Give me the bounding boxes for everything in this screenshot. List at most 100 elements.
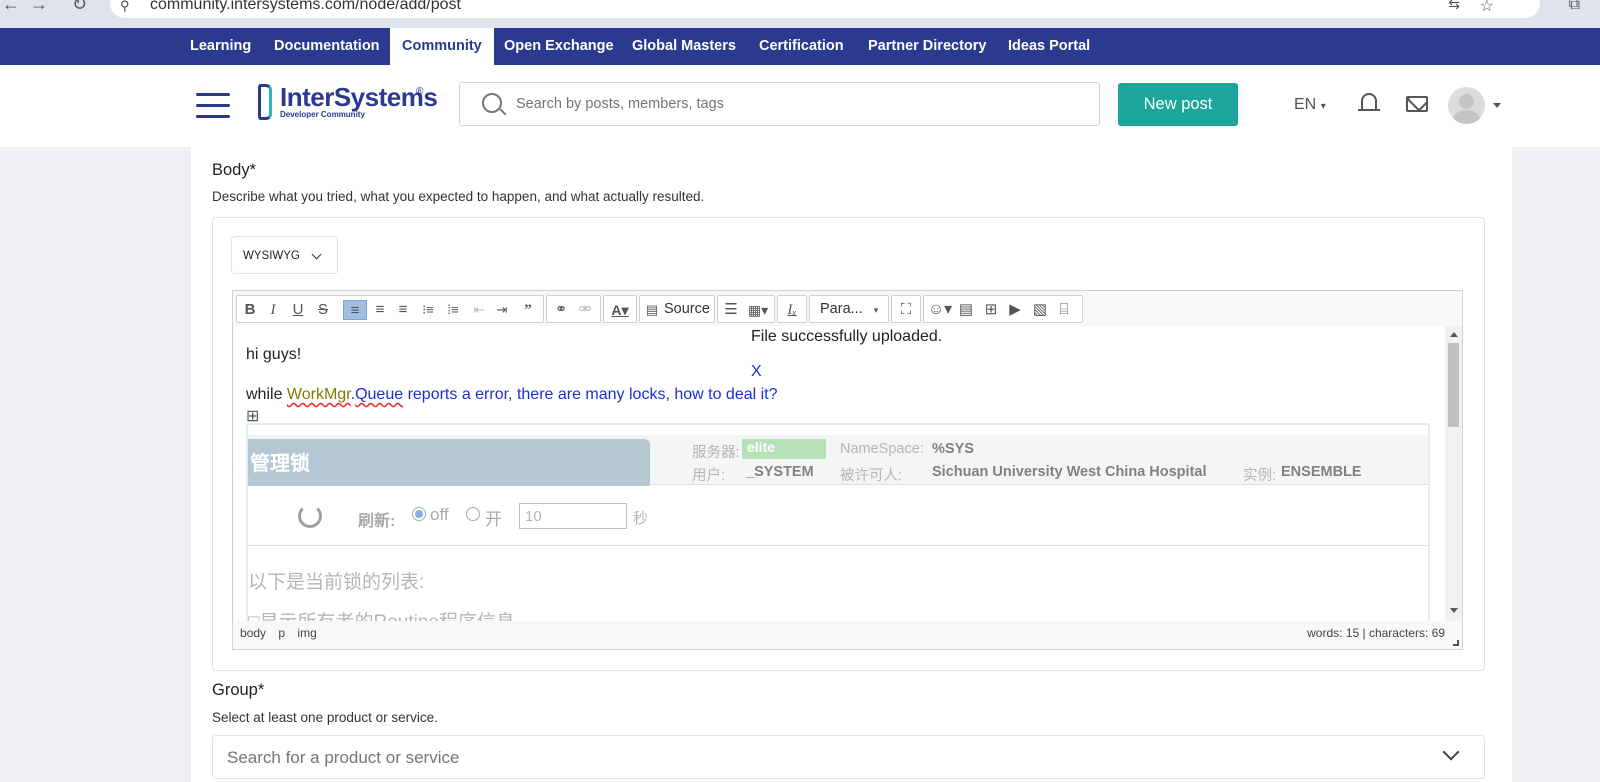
page-break-icon[interactable]: ⌸ — [1053, 300, 1075, 320]
nav-community[interactable]: Community — [390, 28, 494, 65]
link-icon[interactable]: ⚭ — [551, 300, 571, 320]
extensions-icon[interactable]: ⧉ — [1569, 0, 1580, 14]
italic-icon[interactable]: I — [265, 300, 281, 320]
unlink-icon[interactable]: ⚮ — [575, 300, 595, 320]
toolbar-group-clear: Iₓ — [777, 295, 807, 323]
embedded-screenshot[interactable]: 管理锁 服务器: elite NameSpace: %SYS 用户: _SYST… — [246, 423, 1430, 621]
bookmark-star-icon[interactable]: ☆ — [1480, 0, 1494, 16]
question-rest: reports a error, there are many locks, h… — [403, 386, 778, 403]
text-format-select[interactable]: WYSIWYG — [231, 236, 338, 274]
toolbar-group-links: ⚭ ⚮ — [546, 295, 601, 323]
namespace-label: NameSpace: — [840, 441, 924, 457]
group-search-input[interactable] — [227, 747, 1327, 769]
top-navigation: Learning Documentation Community Open Ex… — [0, 28, 1600, 65]
licensee-label: 被许可人: — [840, 468, 903, 484]
table-icon[interactable]: ▦▾ — [743, 300, 773, 320]
logo-mark — [258, 84, 272, 120]
reload-icon[interactable]: ↻ — [72, 0, 87, 15]
youtube-icon[interactable]: ▶ — [1004, 300, 1026, 320]
align-center-icon[interactable]: ≡ — [371, 300, 389, 320]
source-button[interactable]: Source — [664, 301, 710, 317]
body-editor-panel: WYSIWYG B I U S ≡ ≡ ≡ ⁝≡ ⁞≡ ⇤ ⇥ ” ⚭ ⚮ A▾… — [212, 217, 1485, 671]
translate-icon[interactable]: ⇆ — [1448, 0, 1460, 13]
nav-documentation[interactable]: Documentation — [262, 28, 392, 65]
nav-global-masters[interactable]: Global Masters — [620, 28, 748, 65]
search-icon — [482, 93, 502, 113]
bold-icon[interactable]: B — [242, 300, 258, 320]
path-img[interactable]: img — [297, 626, 316, 640]
hamburger-menu-icon[interactable] — [196, 93, 230, 119]
instance-value: ENSEMBLE — [1281, 464, 1362, 480]
outdent-icon[interactable]: ⇤ — [470, 300, 488, 320]
editor-scrollbar[interactable] — [1445, 326, 1462, 621]
screenshot-title: 管理锁 — [250, 453, 310, 475]
nav-partner-directory[interactable]: Partner Directory — [856, 28, 998, 65]
messages-mail-icon[interactable] — [1406, 96, 1428, 112]
url-text[interactable]: community.intersystems.com/node/add/post — [150, 0, 461, 14]
nav-open-exchange[interactable]: Open Exchange — [492, 28, 626, 65]
toolbar-group-media: ☺▾ ▤ ⊞ ▶ ▧ ⌸ — [923, 295, 1083, 323]
path-p[interactable]: p — [278, 626, 285, 640]
user-avatar[interactable] — [1448, 87, 1485, 124]
nav-certification[interactable]: Certification — [747, 28, 856, 65]
remove-format-icon[interactable]: Iₓ — [782, 300, 802, 320]
refresh-label: 刷新: — [358, 513, 396, 530]
group-hint: Select at least one product or service. — [212, 710, 438, 725]
paragraph-format-dropdown[interactable]: Para... ▾ — [809, 295, 889, 323]
notifications-bell-icon[interactable] — [1358, 91, 1380, 115]
ckeditor: B I U S ≡ ≡ ≡ ⁝≡ ⁞≡ ⇤ ⇥ ” ⚭ ⚮ A▾ ▤ Sourc… — [232, 290, 1463, 650]
toolbar-group-source: ▤ Source — [639, 295, 715, 323]
scroll-up-icon[interactable] — [1450, 332, 1458, 337]
question-word-workmgr: WorkMgr — [286, 386, 351, 403]
code-snippet-icon[interactable]: ▤ — [956, 300, 976, 320]
upload-image-icon[interactable]: ▧ — [1029, 300, 1051, 320]
upload-success-notice: File successfully uploaded. — [751, 328, 943, 345]
site-info-icon[interactable]: ⚲ — [120, 0, 130, 14]
resize-grip-icon[interactable] — [1453, 640, 1459, 646]
scroll-down-icon[interactable] — [1450, 608, 1458, 613]
forward-icon[interactable]: → — [30, 0, 48, 15]
search-input[interactable] — [516, 93, 1076, 115]
text-format-value: WYSIWYG — [243, 250, 300, 262]
indent-icon[interactable]: ⇥ — [493, 300, 511, 320]
editor-content[interactable]: File successfully uploaded. X hi guys! w… — [234, 326, 1445, 621]
align-right-icon[interactable]: ≡ — [394, 300, 412, 320]
path-body[interactable]: body — [240, 626, 266, 640]
strikethrough-icon[interactable]: S — [315, 300, 331, 320]
back-icon[interactable]: ← — [2, 0, 20, 15]
group-select[interactable] — [212, 735, 1485, 779]
numbered-list-icon[interactable]: ⁞≡ — [443, 300, 463, 320]
refresh-off-radio — [412, 507, 426, 521]
refresh-off-label: off — [430, 505, 449, 524]
body-hint: Describe what you tried, what you expect… — [212, 189, 705, 204]
body-label: Body* — [212, 161, 257, 179]
new-post-button[interactable]: New post — [1118, 83, 1238, 126]
insert-block-icon[interactable]: ⊞ — [981, 300, 1001, 320]
routine-info-line: □显示所有者的Routine程序信息 — [248, 607, 515, 621]
logo-trademark: ® — [416, 86, 424, 97]
logo-name: InterSystems — [280, 82, 438, 112]
user-menu-chevron-icon[interactable] — [1493, 103, 1501, 108]
nav-ideas-portal[interactable]: Ideas Portal — [996, 28, 1102, 65]
maximize-icon[interactable]: ⛶ — [896, 300, 916, 320]
underline-icon[interactable]: U — [290, 300, 306, 320]
address-bar[interactable]: ⚲ community.intersystems.com/node/add/po… — [110, 0, 1540, 18]
instance-label: 实例: — [1243, 468, 1277, 484]
bulleted-list-icon[interactable]: ⁝≡ — [418, 300, 438, 320]
scrollbar-thumb[interactable] — [1448, 343, 1459, 427]
nav-learning[interactable]: Learning — [178, 28, 263, 65]
toolbar-group-basic: B I U S ≡ ≡ ≡ ⁝≡ ⁞≡ ⇤ ⇥ ” — [236, 295, 544, 323]
post-form: Body* Describe what you tried, what you … — [191, 147, 1512, 782]
close-notice-button[interactable]: X — [751, 363, 762, 381]
server-value: elite — [742, 439, 826, 459]
chevron-down-icon[interactable] — [1442, 743, 1460, 761]
language-selector[interactable]: EN ▾ — [1294, 96, 1326, 114]
word-count: words: 15 | characters: 69 — [1307, 626, 1445, 640]
emoji-icon[interactable]: ☺▾ — [927, 300, 953, 320]
logo-subtitle: Developer Community — [280, 110, 365, 119]
blockquote-icon[interactable]: ” — [518, 300, 538, 320]
site-search[interactable] — [459, 82, 1100, 126]
text-color-icon[interactable]: A▾ — [608, 300, 632, 320]
horizontal-rule-icon[interactable]: ☰ — [721, 300, 741, 320]
align-left-icon[interactable]: ≡ — [343, 300, 367, 320]
